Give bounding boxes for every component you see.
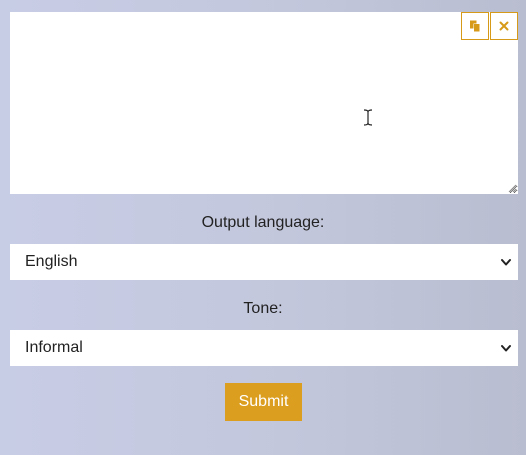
output-language-select[interactable]: English xyxy=(10,244,518,280)
input-textarea[interactable] xyxy=(10,12,518,194)
output-language-label: Output language: xyxy=(201,214,325,231)
close-icon xyxy=(499,21,509,31)
tone-value: Informal xyxy=(25,339,83,356)
tone-label: Tone: xyxy=(243,300,283,317)
copy-button[interactable] xyxy=(461,12,489,40)
submit-button[interactable]: Submit xyxy=(225,383,302,421)
copy-icon xyxy=(470,20,480,32)
output-language-value: English xyxy=(25,253,78,270)
clear-button[interactable] xyxy=(490,12,518,40)
chevron-down-icon xyxy=(501,345,511,352)
text-cursor-icon xyxy=(363,109,373,126)
text-editor[interactable] xyxy=(10,12,518,194)
chevron-down-icon xyxy=(501,259,511,266)
tone-select[interactable]: Informal xyxy=(10,330,518,366)
resize-grip-icon[interactable] xyxy=(508,184,517,193)
